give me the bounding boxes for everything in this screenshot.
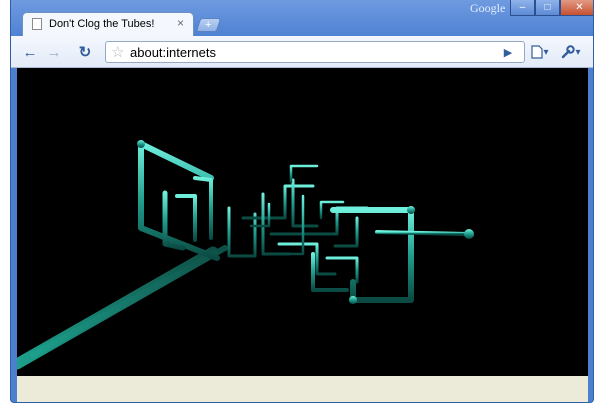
close-window-icon: ✕: [575, 2, 584, 13]
minimize-button[interactable]: –: [510, 0, 535, 16]
go-button[interactable]: ▶: [499, 42, 517, 62]
page-content-3d-pipes[interactable]: [17, 68, 588, 376]
maximize-icon: □: [544, 2, 551, 13]
reload-button[interactable]: ↻: [75, 42, 95, 62]
tab-active[interactable]: Don't Clog the Tubes! ×: [22, 12, 194, 37]
forward-icon: →: [46, 43, 62, 61]
tab-title: Don't Clog the Tubes!: [49, 18, 155, 30]
go-icon: ▶: [503, 46, 513, 59]
back-icon: ←: [22, 43, 38, 61]
new-tab-icon: +: [205, 19, 212, 31]
maximize-button[interactable]: □: [535, 0, 560, 16]
status-bar: [17, 376, 588, 402]
page-menu-icon: [531, 45, 544, 59]
wrench-menu-arrow-icon: ▾: [575, 46, 581, 58]
forward-button[interactable]: →: [45, 42, 63, 62]
frame-right: [588, 68, 593, 402]
url-input[interactable]: about:internets: [130, 45, 216, 60]
page-menu-arrow-icon: ▾: [543, 46, 549, 58]
new-tab-button[interactable]: +: [195, 18, 222, 32]
minimize-icon: –: [519, 2, 526, 13]
browser-window: Google – □ ✕ Don't Clog the Tubes! × + ←…: [10, 0, 594, 403]
omnibox[interactable]: ☆ about:internets: [105, 41, 525, 63]
pipes-scene: [17, 140, 474, 370]
star-icon[interactable]: ☆: [111, 43, 124, 61]
back-button[interactable]: ←: [21, 42, 39, 62]
toolbar: ← → ↻ ☆ about:internets ▶ ▾ ▾: [11, 36, 593, 68]
wrench-icon: [562, 45, 576, 59]
window-controls: – □ ✕: [510, 0, 593, 16]
close-window-button[interactable]: ✕: [560, 0, 593, 16]
page-icon: [32, 18, 42, 30]
brand-label: Google: [470, 1, 506, 15]
wrench-menu-button[interactable]: ▾: [557, 42, 585, 62]
close-icon[interactable]: ×: [177, 17, 184, 29]
reload-icon: ↻: [78, 44, 92, 61]
page-menu-button[interactable]: ▾: [527, 42, 553, 62]
title-bar: Google – □ ✕ Don't Clog the Tubes! × +: [11, 0, 593, 37]
